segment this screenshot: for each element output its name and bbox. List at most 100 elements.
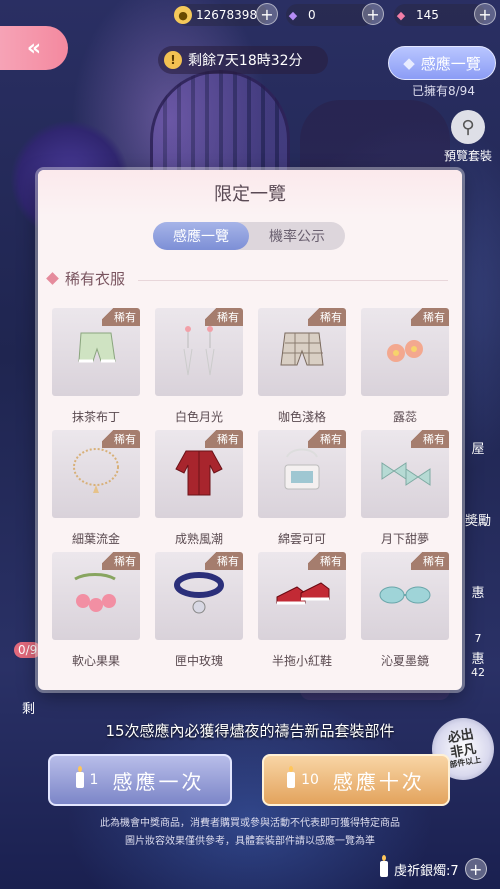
section-title: 稀有衣服 [46, 268, 126, 289]
item-card[interactable]: 稀有 [361, 430, 449, 518]
item-slot[interactable]: 稀有 成熟風潮 [155, 430, 243, 552]
preview-label: 預覽套裝 [443, 149, 492, 163]
panel-title: 限定一覽 [38, 170, 462, 216]
add-coin-button[interactable]: + [256, 3, 278, 25]
draw-ten-button[interactable]: 10 感應十次 [262, 754, 450, 806]
item-slot[interactable]: 稀有白色月光 [155, 308, 243, 430]
item-name: 綿雲可可 [277, 532, 326, 546]
preview-outfit-button[interactable]: ⚲ 預覽套裝 [438, 110, 498, 164]
event-timer: ! 剩餘7天18時32分 [158, 46, 328, 74]
red-sneakers-icon [276, 582, 330, 605]
draw-ten-label: 感應十次 [332, 769, 425, 794]
purple-diamond-value: 0 [308, 8, 316, 22]
draw-ten-cost: 10 [287, 766, 319, 788]
item-card[interactable]: 稀有 [52, 552, 140, 640]
purple-diamond-counter: ◆ 0 + [286, 3, 384, 26]
side-label-4: 惠 [471, 652, 485, 667]
back-button[interactable]: « [0, 26, 68, 70]
rare-tag: 稀有 [205, 308, 243, 326]
diamond-bullet-icon [46, 272, 59, 285]
item-name: 匣中玫瑰 [174, 654, 223, 668]
coin-counter: ● 12678398 + [174, 3, 278, 26]
coin-value: 12678398 [196, 8, 258, 22]
earrings-icon [183, 326, 215, 376]
add-pink-diamond-button[interactable]: + [474, 3, 496, 25]
item-name: 白色月光 [174, 410, 223, 424]
necklace-icon [73, 448, 119, 493]
candle-icon [287, 766, 296, 788]
item-slot[interactable]: 稀有 沁夏墨鏡 [361, 552, 449, 674]
add-candle-button[interactable]: + [464, 858, 487, 880]
item-slot[interactable]: 稀有月下甜夢 [361, 430, 449, 552]
side-label-3: 惠 [471, 586, 485, 601]
item-card[interactable]: 稀有 [258, 308, 346, 396]
side-small-2: 42 [471, 666, 485, 679]
candle-resource-label: 虔祈銀燭:7 [394, 863, 459, 879]
item-slot[interactable]: 稀有 抹茶布丁 [52, 308, 140, 430]
disclaimer-line-1: 此為機會中獎商品，消費者購買或參與活動不代表即可獲得特定商品 [100, 818, 400, 829]
draw-once-cost-value: 1 [89, 772, 99, 788]
currency-bar: ● 12678398 + ◆ 0 + ◆ 145 + [0, 0, 500, 30]
rare-tag: 稀有 [308, 308, 346, 326]
shorts-icon [78, 332, 116, 363]
candle-icon [75, 766, 84, 788]
rare-tag: 稀有 [308, 430, 346, 448]
item-card[interactable]: 稀有 [52, 430, 140, 518]
bows-icon [381, 462, 431, 486]
item-card[interactable]: 稀有 [155, 552, 243, 640]
rare-tag: 稀有 [102, 430, 140, 448]
silver-candle-icon [380, 855, 388, 877]
item-card[interactable]: 稀有 [52, 308, 140, 396]
section-title-text: 稀有衣服 [65, 270, 126, 288]
bag-icon [284, 448, 320, 490]
rare-tag: 稀有 [411, 308, 449, 326]
candle-resource: 虔祈銀燭:7 + [380, 855, 487, 880]
item-card[interactable]: 稀有 [258, 430, 346, 518]
item-name: 軟心果果 [71, 654, 120, 668]
item-card[interactable]: 稀有 [155, 430, 243, 518]
item-card[interactable]: 稀有 [258, 552, 346, 640]
panel-tabs: 感應一覽 機率公示 [153, 222, 345, 250]
purple-diamond-icon: ◆ [288, 8, 298, 22]
sense-overview-label: 感應一覽 [420, 54, 481, 73]
add-purple-diamond-button[interactable]: + [362, 3, 384, 25]
side-label-1: 屋 [471, 442, 485, 457]
flower-earrings-icon [387, 340, 423, 362]
side-small-1: 7 [474, 632, 482, 645]
item-card[interactable]: 稀有 [361, 308, 449, 396]
rare-tag: 稀有 [205, 430, 243, 448]
item-slot[interactable]: 稀有 露蕊 [361, 308, 449, 430]
guarantee-text: 15次感應內必獲得燼夜的禱告新品套裝部件 [105, 722, 395, 740]
draw-once-button[interactable]: 1 感應一次 [48, 754, 232, 806]
rare-tag: 稀有 [411, 552, 449, 570]
draw-once-cost: 1 [75, 766, 99, 788]
tab-probability[interactable]: 機率公示 [249, 222, 345, 250]
timer-text: 剩餘7天18時32分 [188, 53, 303, 69]
item-slot[interactable]: 稀有 匣中玫瑰 [155, 552, 243, 674]
item-slot[interactable]: 稀有 半拖小紅鞋 [258, 552, 346, 674]
item-name: 月下甜夢 [380, 532, 429, 546]
sunglasses-icon [379, 586, 431, 604]
item-name: 咖色淺格 [277, 410, 326, 424]
side-left-label: 剩 [22, 702, 36, 717]
disclaimer-line-2: 圖片妝容效果僅供參考，具體套裝部件請以感應一覽為準 [125, 836, 375, 847]
rare-tag: 稀有 [411, 430, 449, 448]
rare-tag: 稀有 [308, 552, 346, 570]
exclamation-icon: ! [164, 51, 182, 69]
jacket-icon [175, 450, 223, 496]
owned-count: 已擁有8/94 [412, 84, 475, 98]
tab-sense-overview[interactable]: 感應一覽 [153, 222, 249, 250]
item-slot[interactable]: 稀有綿雲可可 [258, 430, 346, 552]
item-card[interactable]: 稀有 [361, 552, 449, 640]
item-slot[interactable]: 稀有 軟心果果 [52, 552, 140, 674]
pink-diamond-icon: ◆ [396, 8, 406, 22]
sense-overview-button[interactable]: ◆ 感應一覽 [388, 46, 496, 80]
side-label-2: 奬勵 [464, 514, 491, 529]
item-slot[interactable]: 稀有咖色淺格 [258, 308, 346, 430]
limited-overview-panel: 限定一覽 感應一覽 機率公示 稀有衣服 稀有 抹茶布丁 稀有 白色月光 稀有 咖色淺格 稀有… [38, 170, 462, 690]
choker-icon [174, 572, 224, 614]
item-slot[interactable]: 稀有 細葉流金 [52, 430, 140, 552]
item-grid: 稀有 抹茶布丁 稀有 白色月光 稀有 咖色淺格 稀有 露蕊 稀有 細葉流金 稀有 成熟風潮 稀有 綿雲可可… [52, 308, 449, 674]
item-card[interactable]: 稀有 [155, 308, 243, 396]
double-chevron-left-icon: « [26, 35, 42, 61]
